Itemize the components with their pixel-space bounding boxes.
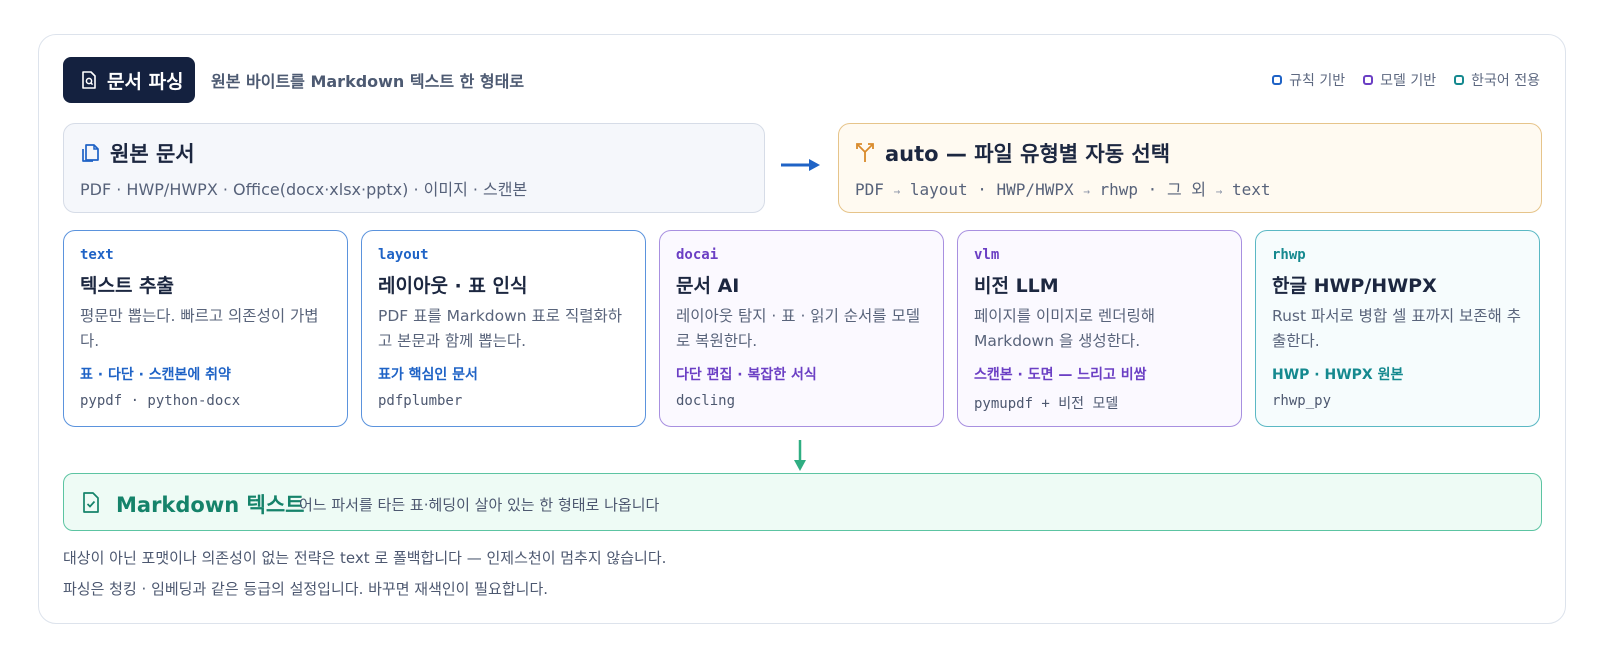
strategy-code: layout: [378, 247, 429, 263]
rule-separator: ·: [1147, 180, 1158, 199]
split-arrows-icon: [856, 143, 874, 162]
auto-select-box: auto — 파일 유형별 자동 선택 PDF → layout · HWP/H…: [838, 123, 1542, 213]
rule-arrow: →: [893, 185, 901, 198]
legend-label: 한국어 전용: [1471, 73, 1540, 89]
strategy-tag: 표 · 다단 · 스캔본에 취약: [80, 367, 231, 383]
legend-swatch: [1454, 75, 1465, 85]
source-formats: PDF · HWP/HWPX · Office(docx·xlsx·pptx) …: [80, 180, 528, 199]
strategy-name: 레이아웃 · 표 인식: [378, 275, 528, 297]
strategy-card-text: text 텍스트 추출 평문만 뽑는다. 빠르고 의존성이 가볍다. 표 · 다…: [63, 230, 348, 427]
output-title: Markdown 텍스트: [116, 493, 305, 517]
strategy-tag: 표가 핵심인 문서: [378, 367, 478, 383]
legend: 규칙 기반 모델 기반 한국어 전용: [1272, 70, 1540, 90]
footnote: 파싱은 청킹 · 임베딩과 같은 등급의 설정입니다. 바꾸면 재색인이 필요합…: [63, 580, 549, 598]
legend-item-model: 모델 기반: [1363, 70, 1436, 90]
rule-from: 그 외: [1166, 180, 1207, 199]
legend-swatch: [1363, 75, 1374, 85]
title-badge: 문서 파싱: [63, 57, 195, 103]
strategy-lib: docling: [676, 393, 736, 409]
arrow-down-icon: [794, 440, 806, 471]
strategy-tag: 스캔본 · 도면 — 느리고 비쌈: [974, 367, 1147, 383]
strategy-code: rhwp: [1272, 247, 1306, 263]
strategy-card-docai: docai 문서 AI 레이아웃 탐지 · 표 · 읽기 순서를 모델로 복원한…: [659, 230, 944, 427]
document-search-icon: [82, 71, 96, 89]
document-check-icon: [83, 492, 99, 513]
legend-label: 규칙 기반: [1289, 73, 1346, 89]
strategy-desc: 페이지를 이미지로 렌더링해 Markdown 을 생성한다.: [974, 307, 1155, 350]
strategy-code: text: [80, 247, 114, 263]
rule-from: PDF: [855, 180, 884, 199]
strategy-card-rhwp: rhwp 한글 HWP/HWPX Rust 파서로 병합 셀 표까지 보존해 추…: [1255, 230, 1540, 427]
strategy-lib: rhwp_py: [1272, 393, 1332, 409]
strategy-card-vlm: vlm 비전 LLM 페이지를 이미지로 렌더링해 Markdown 을 생성한…: [957, 230, 1242, 427]
rule-separator: ·: [977, 180, 987, 199]
rule-to: layout: [909, 180, 968, 199]
strategy-code: vlm: [974, 247, 1000, 263]
output-desc: 어느 파서를 타든 표·헤딩이 살아 있는 한 형태로 나옵니다: [299, 496, 660, 514]
rule-to: rhwp: [1099, 180, 1139, 199]
rule-from: HWP/HWPX: [996, 180, 1074, 199]
legend-item-rule: 규칙 기반: [1272, 70, 1345, 90]
footnote: 대상이 아닌 포맷이나 의존성이 없는 전략은 text 로 폴백합니다 — 인…: [63, 549, 667, 567]
strategy-lib: pdfplumber: [378, 393, 463, 409]
strategy-desc: PDF 표를 Markdown 표로 직렬화하고 본문과 함께 뽑는다.: [378, 307, 623, 350]
source-documents-box: 원본 문서 PDF · HWP/HWPX · Office(docx·xlsx·…: [63, 123, 765, 213]
strategy-name: 한글 HWP/HWPX: [1272, 275, 1437, 297]
strategy-card-layout: layout 레이아웃 · 표 인식 PDF 표를 Markdown 표로 직렬…: [361, 230, 646, 427]
rule-arrow: →: [1083, 185, 1090, 198]
legend-label: 모델 기반: [1380, 73, 1437, 89]
source-title: 원본 문서: [110, 142, 195, 166]
strategy-tag: 다단 편집 · 복잡한 서식: [676, 367, 817, 383]
strategy-name: 비전 LLM: [974, 275, 1059, 297]
strategy-desc: 레이아웃 탐지 · 표 · 읽기 순서를 모델로 복원한다.: [676, 307, 920, 350]
strategy-name: 텍스트 추출: [80, 275, 175, 297]
strategy-name: 문서 AI: [676, 275, 740, 297]
page-title: 문서 파싱: [107, 70, 184, 93]
auto-title: auto — 파일 유형별 자동 선택: [885, 142, 1171, 166]
strategy-lib: pypdf · python-docx: [80, 393, 241, 409]
arrow-right-icon: [781, 159, 820, 171]
strategy-code: docai: [676, 247, 719, 263]
legend-swatch: [1272, 75, 1283, 85]
rule-to: text: [1231, 180, 1271, 199]
markdown-output-box: Markdown 텍스트 어느 파서를 타든 표·헤딩이 살아 있는 한 형태로…: [63, 473, 1542, 531]
auto-rules: PDF → layout · HWP/HWPX → rhwp · 그 외 → t…: [855, 176, 1270, 200]
strategy-desc: 평문만 뽑는다. 빠르고 의존성이 가볍다.: [80, 307, 319, 350]
copy-documents-icon: [82, 144, 99, 162]
legend-item-korean: 한국어 전용: [1454, 70, 1540, 90]
strategy-desc: Rust 파서로 병합 셀 표까지 보존해 추출한다.: [1272, 307, 1521, 350]
page-subtitle: 원본 바이트를 Markdown 텍스트 한 형태로: [211, 72, 525, 91]
rule-arrow: →: [1215, 185, 1223, 198]
strategy-lib: pymupdf + 비전 모델: [974, 396, 1119, 412]
strategy-tag: HWP · HWPX 원본: [1272, 367, 1404, 383]
